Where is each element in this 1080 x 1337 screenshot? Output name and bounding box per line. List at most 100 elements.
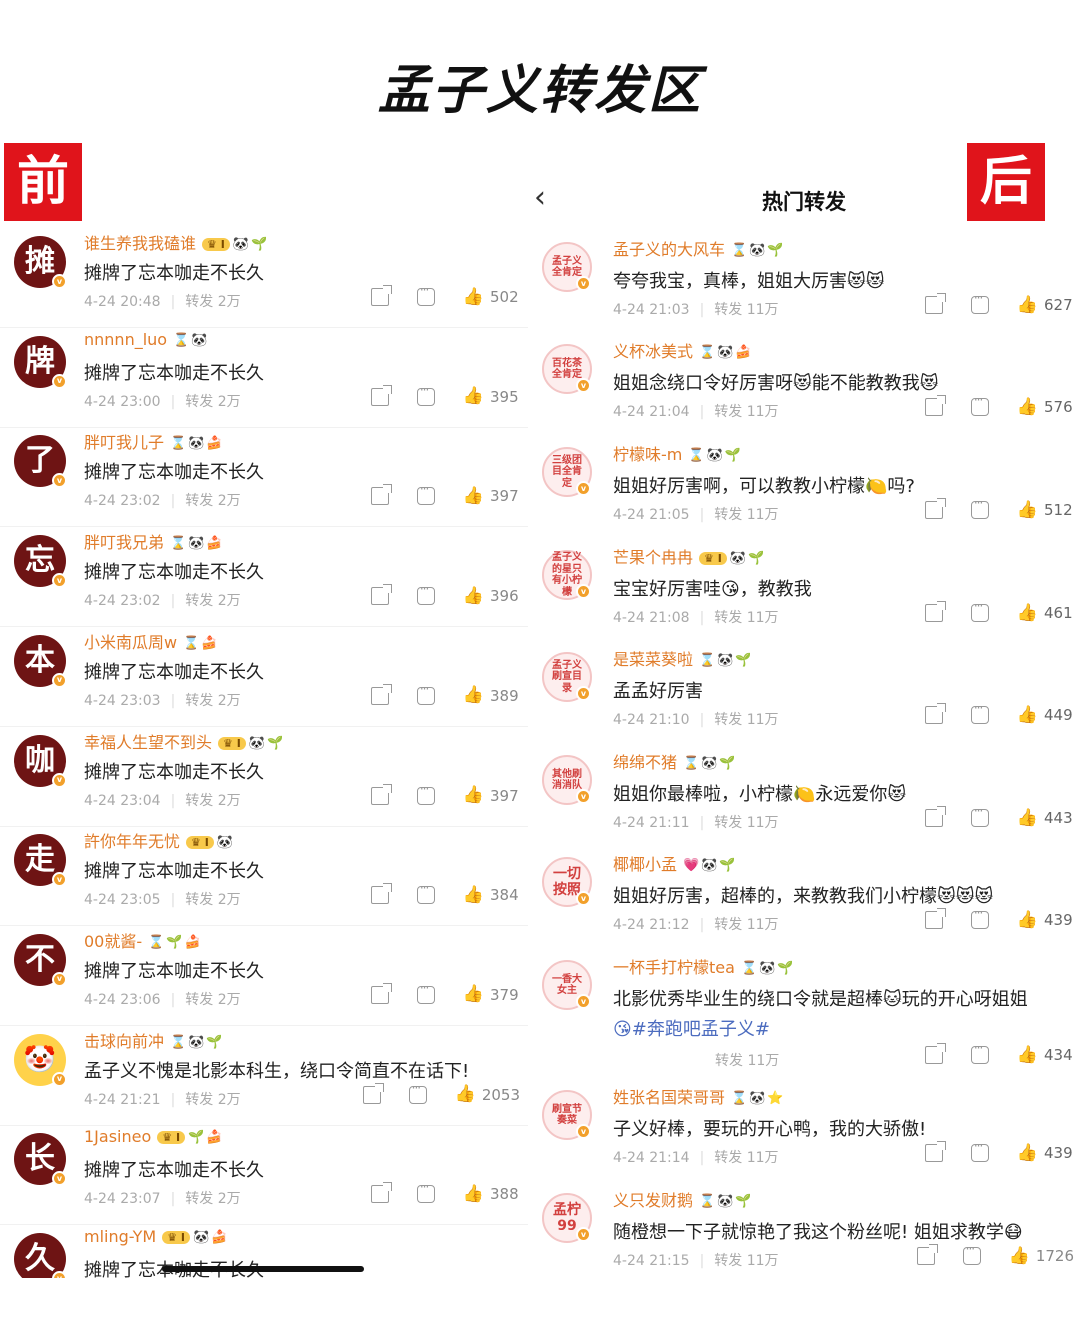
share-icon[interactable] bbox=[370, 484, 392, 506]
share-icon[interactable] bbox=[924, 1141, 946, 1162]
avatar[interactable]: 🤡 v bbox=[14, 1033, 67, 1087]
like-icon[interactable]: 👍 bbox=[1017, 1046, 1038, 1064]
comment-icon[interactable] bbox=[416, 383, 435, 406]
username[interactable]: mling-YM ♛ I 🐼 🍰 bbox=[84, 1227, 229, 1246]
avatar[interactable]: 一切按照 v bbox=[542, 857, 592, 907]
comment-icon[interactable] bbox=[962, 1242, 981, 1265]
share-icon[interactable] bbox=[924, 703, 946, 724]
share-icon[interactable] bbox=[370, 584, 392, 606]
avatar[interactable]: 咖v bbox=[14, 734, 67, 788]
avatar[interactable]: 孟子义的星只有小柠檬 v bbox=[542, 550, 592, 600]
username-text[interactable]: 幸福人生望不到头 bbox=[84, 733, 212, 752]
username[interactable]: 胖叮我儿子 ⌛ 🐼 🍰 bbox=[84, 429, 225, 453]
comment-icon[interactable] bbox=[408, 1081, 427, 1104]
username[interactable]: 小米南瓜周w ⌛ 🍰 bbox=[84, 629, 219, 653]
username-text[interactable]: 义只发财鹅 bbox=[613, 1191, 693, 1210]
share-icon[interactable] bbox=[370, 285, 392, 306]
avatar[interactable]: 久v bbox=[14, 1233, 67, 1278]
like-icon[interactable]: 👍 bbox=[463, 986, 484, 1003]
like-icon[interactable]: 👍 bbox=[1017, 911, 1038, 929]
username-text[interactable]: 柠檬味-m bbox=[613, 445, 682, 464]
like-icon[interactable]: 👍 bbox=[463, 587, 484, 605]
username-text[interactable]: 孟子义的大风车 bbox=[613, 240, 725, 259]
like-icon[interactable]: 👍 bbox=[463, 687, 484, 704]
username-text[interactable]: 胖叮我兄弟 bbox=[84, 533, 164, 552]
username[interactable]: 一杯手打柠檬tea ⌛ 🐼 🌱 bbox=[613, 954, 796, 978]
username-text[interactable]: nnnnn_luo bbox=[84, 330, 167, 349]
share-icon[interactable] bbox=[924, 293, 946, 314]
like-icon[interactable]: 👍 bbox=[463, 886, 484, 904]
share-icon[interactable] bbox=[924, 498, 946, 519]
username-text[interactable]: 椰椰小孟 bbox=[613, 855, 677, 874]
avatar[interactable]: 摊v bbox=[14, 236, 67, 289]
like-icon[interactable]: 👍 bbox=[463, 1185, 484, 1203]
avatar[interactable]: 其他刷消消队 v bbox=[542, 755, 592, 805]
comment-icon[interactable] bbox=[416, 981, 435, 1004]
like-icon[interactable]: 👍 bbox=[1017, 296, 1038, 314]
comment-icon[interactable] bbox=[970, 393, 989, 416]
username-text[interactable]: 胖叮我儿子 bbox=[84, 433, 164, 452]
comment-icon[interactable] bbox=[970, 291, 989, 314]
like-icon[interactable]: 👍 bbox=[463, 787, 484, 804]
comment-icon[interactable] bbox=[970, 496, 989, 519]
username[interactable]: 义杯冰美式 ⌛ 🐼 🍰 bbox=[613, 338, 754, 362]
avatar[interactable]: 了v bbox=[14, 435, 67, 489]
like-icon[interactable]: 👍 bbox=[463, 487, 484, 505]
username[interactable]: 谁生养我我磕谁 ♛ I 🐼 🌱 bbox=[84, 230, 269, 254]
comment-icon[interactable] bbox=[970, 906, 989, 929]
username[interactable]: 胖叮我兄弟 ⌛ 🐼 🍰 bbox=[84, 529, 225, 553]
like-icon[interactable]: 👍 bbox=[1017, 1144, 1038, 1162]
like-icon[interactable]: 👍 bbox=[1017, 604, 1038, 622]
share-icon[interactable] bbox=[924, 806, 946, 827]
hashtag-link[interactable]: 😘#奔跑吧孟子义# bbox=[613, 1019, 770, 1040]
comment-icon[interactable] bbox=[416, 782, 435, 805]
username[interactable]: 許你年年无忧 ♛ I 🐼 bbox=[84, 828, 235, 852]
comment-icon[interactable] bbox=[970, 701, 989, 724]
comment-icon[interactable] bbox=[416, 682, 435, 705]
comment-icon[interactable] bbox=[970, 599, 989, 622]
avatar[interactable]: 百花茶全肯定 v bbox=[542, 344, 592, 394]
username[interactable]: 1Jasineo ♛ I 🌱 🍰 bbox=[84, 1127, 224, 1146]
comment-icon[interactable] bbox=[970, 1139, 989, 1162]
username-text[interactable]: 芒果个冉冉 bbox=[613, 548, 693, 567]
username-text[interactable]: 姓张名国荣哥哥 bbox=[613, 1088, 725, 1107]
like-icon[interactable]: 👍 bbox=[1017, 398, 1038, 416]
share-icon[interactable] bbox=[370, 683, 392, 705]
username[interactable]: 击球向前冲 ⌛ 🐼 🌱 bbox=[84, 1028, 225, 1052]
like-icon[interactable]: 👍 bbox=[1009, 1247, 1030, 1265]
username[interactable]: 绵绵不猪 ⌛ 🐼 🌱 bbox=[613, 749, 738, 773]
share-icon[interactable] bbox=[370, 384, 392, 406]
like-icon[interactable]: 👍 bbox=[463, 288, 484, 306]
username-text[interactable]: 一杯手打柠檬tea bbox=[613, 958, 735, 977]
username[interactable]: nnnnn_luo ⌛ 🐼 bbox=[84, 330, 209, 349]
username-text[interactable]: 許你年年无忧 bbox=[84, 832, 180, 851]
share-icon[interactable] bbox=[924, 395, 946, 416]
share-icon[interactable] bbox=[370, 883, 392, 905]
username-text[interactable]: mling-YM bbox=[84, 1227, 156, 1246]
username[interactable]: 幸福人生望不到头 ♛ I 🐼 🌱 bbox=[84, 729, 285, 753]
avatar[interactable]: 孟子义全肯定 v bbox=[542, 242, 592, 292]
username[interactable]: 柠檬味-m ⌛ 🐼 🌱 bbox=[613, 441, 743, 465]
comment-icon[interactable] bbox=[416, 482, 435, 506]
username[interactable]: 椰椰小孟 💗 🐼 🌱 bbox=[613, 851, 738, 875]
share-icon[interactable] bbox=[370, 1182, 392, 1204]
username-text[interactable]: 1Jasineo bbox=[84, 1127, 151, 1146]
username-text[interactable]: 义杯冰美式 bbox=[613, 342, 693, 361]
username-text[interactable]: 小米南瓜周w bbox=[84, 633, 177, 652]
comment-icon[interactable] bbox=[970, 1041, 989, 1064]
share-icon[interactable] bbox=[924, 908, 946, 929]
share-icon[interactable] bbox=[916, 1244, 938, 1265]
avatar[interactable]: 牌v bbox=[14, 335, 67, 389]
avatar[interactable]: 一香大女主 v bbox=[542, 960, 592, 1010]
share-icon[interactable] bbox=[370, 783, 392, 805]
comment-icon[interactable] bbox=[416, 881, 435, 905]
like-icon[interactable]: 👍 bbox=[463, 388, 484, 405]
avatar[interactable]: 三级团目全肯定 v bbox=[542, 447, 592, 497]
share-icon[interactable] bbox=[924, 601, 946, 622]
share-icon[interactable] bbox=[370, 982, 392, 1004]
username[interactable]: 姓张名国荣哥哥 ⌛ 🐼 ⭐ bbox=[613, 1084, 786, 1108]
avatar[interactable]: 孟柠99 v bbox=[542, 1193, 592, 1243]
username[interactable]: 芒果个冉冉 ♛ I 🐼 🌱 bbox=[613, 544, 766, 568]
username-text[interactable]: 00就酱- bbox=[84, 932, 142, 951]
username-text[interactable]: 绵绵不猪 bbox=[613, 753, 677, 772]
